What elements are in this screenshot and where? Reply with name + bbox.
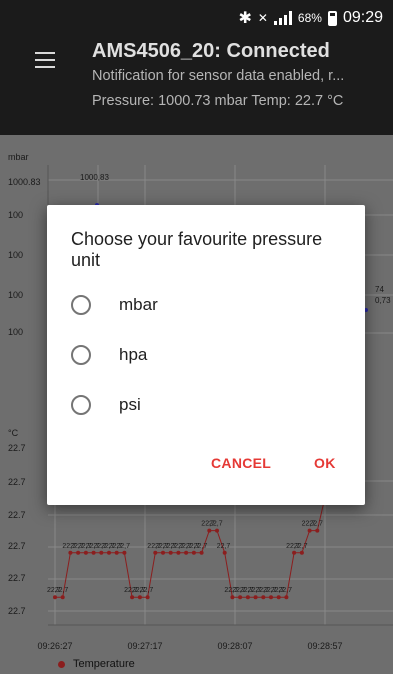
- dialog-title: Choose your favourite pressure unit: [71, 229, 323, 270]
- temperature-point: [284, 595, 289, 600]
- cancel-button[interactable]: CANCEL: [211, 455, 271, 471]
- status-bar: ✱ ✕ 68% 09:29: [238, 8, 383, 28]
- hamburger-menu-icon[interactable]: [35, 52, 55, 68]
- y-axis-label: °C: [8, 428, 19, 438]
- battery-icon: [327, 10, 337, 26]
- data-label: 0,73: [375, 296, 391, 305]
- radio-button-icon[interactable]: [71, 395, 91, 415]
- y-tick-label: 100: [8, 210, 23, 220]
- option-label: psi: [119, 395, 141, 414]
- option-psi[interactable]: psi: [71, 387, 341, 423]
- y-tick-label: 22.7: [8, 443, 26, 453]
- legend-swatch: [58, 660, 65, 668]
- option-label: mbar: [119, 295, 158, 314]
- temperature-point: [137, 595, 142, 600]
- radio-button-icon[interactable]: [71, 295, 91, 315]
- temperature-point: [207, 528, 212, 533]
- temperature-point: [253, 595, 258, 600]
- option-mbar[interactable]: mbar: [71, 287, 341, 323]
- sensor-readout: Pressure: 1000.73 mbar Temp: 22.7 °C: [92, 93, 344, 109]
- temperature-point: [238, 595, 243, 600]
- data-label: 22,7: [209, 521, 223, 528]
- data-label: 22,7: [55, 587, 69, 594]
- data-label: 22,7: [116, 543, 130, 550]
- temperature-point: [130, 595, 135, 600]
- temperature-point: [145, 595, 150, 600]
- temperature-point: [153, 550, 158, 555]
- ok-button[interactable]: OK: [314, 455, 336, 471]
- legend-label: Temperature: [73, 658, 135, 670]
- clock: 09:29: [342, 9, 383, 26]
- temperature-point: [122, 550, 127, 555]
- temperature-point: [114, 550, 119, 555]
- y-tick-label: 100: [8, 290, 23, 300]
- temperature-point: [83, 550, 88, 555]
- temperature-point: [307, 528, 312, 533]
- data-label: 22,7: [140, 587, 154, 594]
- temperature-point: [215, 528, 219, 533]
- data-label: 22,7: [217, 543, 231, 550]
- temperature-point: [292, 550, 297, 555]
- vibrate-mute-icon: ✕: [257, 11, 268, 25]
- temperature-point: [91, 550, 96, 555]
- y-axis-label: mbar: [8, 152, 29, 162]
- temperature-point: [191, 550, 196, 555]
- data-label: 22,7: [294, 543, 308, 550]
- temperature-point: [299, 550, 304, 555]
- y-tick-label: 1000.83: [8, 177, 41, 187]
- temperature-point: [168, 550, 173, 555]
- temperature-point: [161, 550, 165, 555]
- temperature-point: [245, 595, 250, 600]
- data-label: 1000,83: [80, 173, 109, 182]
- temperature-point: [107, 550, 111, 555]
- data-label: 74: [375, 285, 384, 294]
- chart-legend: Temperature: [58, 658, 135, 670]
- y-tick-label: 22.7: [8, 606, 26, 616]
- temperature-point: [230, 595, 235, 600]
- temperature-point: [184, 550, 189, 555]
- temperature-point: [176, 550, 181, 555]
- x-tick-label: 09:28:07: [217, 641, 252, 651]
- temperature-point: [315, 528, 320, 533]
- y-tick-label: 22.7: [8, 541, 26, 551]
- temperature-point: [222, 550, 227, 555]
- temperature-point: [261, 595, 266, 600]
- battery-percent: 68%: [297, 11, 322, 25]
- data-label: 22,7: [194, 543, 208, 550]
- option-label: hpa: [119, 345, 148, 364]
- app-header: ✱ ✕ 68% 09:29 AMS4506_20: Connected Noti…: [0, 0, 393, 135]
- temperature-point: [68, 550, 73, 555]
- bluetooth-icon: ✱: [238, 10, 252, 27]
- temperature-point: [76, 550, 81, 555]
- temperature-point: [53, 595, 57, 600]
- y-tick-label: 100: [8, 327, 23, 337]
- x-tick-label: 09:28:57: [307, 641, 342, 651]
- x-tick-label: 09:27:17: [127, 641, 162, 651]
- signal-icon: [273, 11, 292, 25]
- x-tick-label: 09:26:27: [37, 641, 72, 651]
- page-subtitle: Notification for sensor data enabled, r.…: [92, 68, 345, 84]
- y-tick-label: 22.7: [8, 573, 26, 583]
- radio-button-icon[interactable]: [71, 345, 91, 365]
- data-label: 22,7: [278, 587, 292, 594]
- temperature-point: [99, 550, 104, 555]
- temperature-point: [269, 595, 273, 600]
- y-tick-label: 100: [8, 250, 23, 260]
- y-tick-label: 22.7: [8, 510, 26, 520]
- temperature-point: [276, 595, 281, 600]
- temperature-point: [199, 550, 204, 555]
- option-hpa[interactable]: hpa: [71, 337, 341, 373]
- data-label: 22,7: [309, 521, 323, 528]
- page-title: AMS4506_20: Connected: [92, 40, 330, 62]
- temperature-point: [60, 595, 65, 600]
- y-tick-label: 22.7: [8, 477, 26, 487]
- pressure-unit-dialog: Choose your favourite pressure unit mbar…: [47, 205, 365, 505]
